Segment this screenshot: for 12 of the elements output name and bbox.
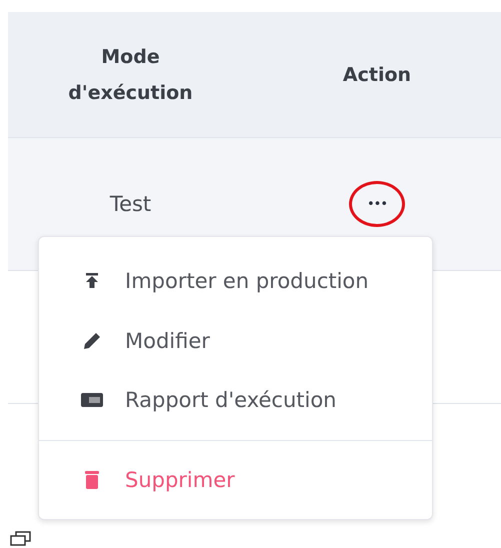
window-icon [10,531,32,546]
column-header: Action [342,62,412,88]
menu-item[interactable]: Importer en production [39,251,432,311]
pencil-icon [83,332,101,350]
menu-item[interactable]: Rapport d'exécution [39,370,432,430]
trash-icon [85,471,99,489]
upload-icon [85,272,99,289]
more-button[interactable]: ••• [349,181,405,227]
column-header: Mode d'exécution [67,44,194,106]
table-cell-text: Test [108,192,152,216]
menu-item[interactable]: Modifier [39,310,432,370]
keyboard-icon [81,393,103,408]
